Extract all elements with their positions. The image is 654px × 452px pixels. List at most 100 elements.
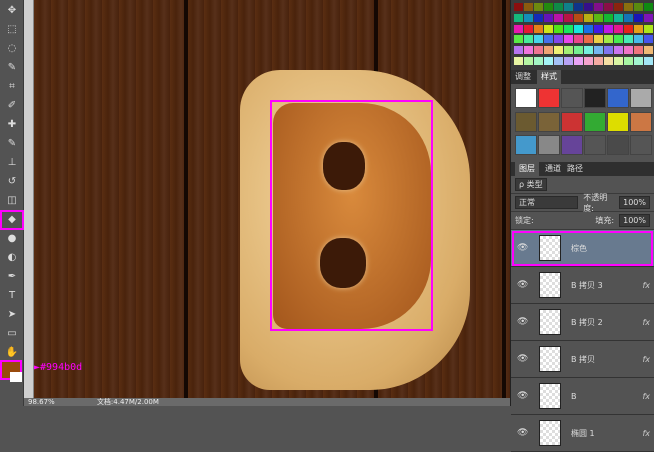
fx-icon[interactable]: fx xyxy=(642,392,650,401)
swatch[interactable] xyxy=(544,24,553,33)
eye-icon[interactable]: 👁 xyxy=(517,280,529,290)
marquee-tool-icon[interactable]: ⬚ xyxy=(2,22,22,38)
blend-mode-select[interactable]: 正常 xyxy=(515,196,579,209)
swatches-panel[interactable] xyxy=(511,0,654,70)
layer-filter[interactable]: ρ 类型 xyxy=(515,178,547,191)
swatch[interactable] xyxy=(624,3,633,11)
style-preset[interactable] xyxy=(538,88,560,108)
swatch[interactable] xyxy=(644,13,653,22)
style-preset[interactable] xyxy=(630,111,652,132)
swatch[interactable] xyxy=(624,57,633,66)
swatch[interactable] xyxy=(554,46,563,55)
style-preset[interactable] xyxy=(561,135,583,156)
swatch[interactable] xyxy=(634,46,643,55)
dodge-tool-icon[interactable]: ◐ xyxy=(2,250,22,266)
swatch[interactable] xyxy=(564,3,573,11)
style-preset[interactable] xyxy=(607,111,629,132)
swatch[interactable] xyxy=(564,13,573,22)
swatch[interactable] xyxy=(544,57,553,66)
swatch[interactable] xyxy=(544,13,553,22)
swatch[interactable] xyxy=(524,24,533,33)
swatch[interactable] xyxy=(514,13,523,22)
layer-row[interactable]: 👁 椭圆 1 fx xyxy=(511,415,654,452)
swatch[interactable] xyxy=(544,35,553,44)
fill-input[interactable]: 100% xyxy=(619,214,650,227)
swatch[interactable] xyxy=(584,46,593,55)
eye-icon[interactable]: 👁 xyxy=(517,243,529,253)
swatch[interactable] xyxy=(564,35,573,44)
swatch[interactable] xyxy=(614,24,623,33)
swatch[interactable] xyxy=(614,13,623,22)
style-preset[interactable] xyxy=(584,135,606,156)
swatch[interactable] xyxy=(584,24,593,33)
swatch[interactable] xyxy=(644,57,653,66)
swatch[interactable] xyxy=(614,57,623,66)
tab-layers[interactable]: 图层 xyxy=(515,162,539,176)
style-preset[interactable] xyxy=(630,135,652,156)
swatch[interactable] xyxy=(524,57,533,66)
eye-icon[interactable]: 👁 xyxy=(517,428,529,438)
swatch[interactable] xyxy=(554,3,563,11)
style-preset[interactable] xyxy=(607,88,629,108)
style-preset[interactable] xyxy=(515,111,537,132)
swatch[interactable] xyxy=(604,24,613,33)
swatch[interactable] xyxy=(574,35,583,44)
style-preset[interactable] xyxy=(584,88,606,108)
swatch[interactable] xyxy=(514,35,523,44)
eye-icon[interactable]: 👁 xyxy=(517,317,529,327)
swatch[interactable] xyxy=(634,3,643,11)
swatch[interactable] xyxy=(534,46,543,55)
tab-styles[interactable]: 样式 xyxy=(537,70,561,84)
swatch[interactable] xyxy=(544,46,553,55)
swatch[interactable] xyxy=(584,57,593,66)
swatch[interactable] xyxy=(524,13,533,22)
fx-icon[interactable]: fx xyxy=(642,355,650,364)
layer-row[interactable]: 👁 B 拷贝 2 fx xyxy=(511,304,654,341)
swatch[interactable] xyxy=(574,13,583,22)
style-preset[interactable] xyxy=(538,111,560,132)
swatch[interactable] xyxy=(574,24,583,33)
swatch[interactable] xyxy=(584,3,593,11)
swatch[interactable] xyxy=(604,35,613,44)
lasso-tool-icon[interactable]: ◌ xyxy=(2,41,22,57)
swatch[interactable] xyxy=(514,46,523,55)
swatch[interactable] xyxy=(594,35,603,44)
swatch[interactable] xyxy=(544,3,553,11)
swatch[interactable] xyxy=(624,46,633,55)
opacity-input[interactable]: 100% xyxy=(619,196,650,209)
swatch[interactable] xyxy=(554,24,563,33)
swatch[interactable] xyxy=(574,3,583,11)
swatch[interactable] xyxy=(604,46,613,55)
swatch[interactable] xyxy=(604,57,613,66)
swatch[interactable] xyxy=(634,35,643,44)
swatch[interactable] xyxy=(594,57,603,66)
swatch[interactable] xyxy=(634,57,643,66)
shape-tool-icon[interactable]: ▭ xyxy=(2,326,22,342)
swatch[interactable] xyxy=(644,24,653,33)
eraser-tool-icon[interactable]: ◫ xyxy=(2,193,22,209)
swatch[interactable] xyxy=(614,46,623,55)
tab-adjustments[interactable]: 调整 xyxy=(515,70,531,84)
swatch[interactable] xyxy=(554,57,563,66)
style-preset[interactable] xyxy=(515,88,537,108)
swatch[interactable] xyxy=(534,57,543,66)
hand-tool-icon[interactable]: ✋ xyxy=(2,345,22,361)
path-select-tool-icon[interactable]: ➤ xyxy=(2,307,22,323)
swatch[interactable] xyxy=(564,46,573,55)
swatch[interactable] xyxy=(634,13,643,22)
swatch[interactable] xyxy=(614,3,623,11)
brush-tool-icon[interactable]: ✎ xyxy=(2,136,22,152)
swatch[interactable] xyxy=(574,46,583,55)
swatch[interactable] xyxy=(574,57,583,66)
stamp-tool-icon[interactable]: ⊥ xyxy=(2,155,22,171)
swatch[interactable] xyxy=(624,35,633,44)
swatch[interactable] xyxy=(594,13,603,22)
swatch[interactable] xyxy=(514,3,523,11)
layer-row[interactable]: 👁 Bfx xyxy=(511,378,654,415)
style-preset[interactable] xyxy=(561,111,583,132)
swatch[interactable] xyxy=(524,46,533,55)
style-preset[interactable] xyxy=(607,135,629,156)
zoom-level[interactable]: 98.67% xyxy=(28,398,55,406)
swatch[interactable] xyxy=(594,24,603,33)
fx-icon[interactable]: fx xyxy=(642,318,650,327)
